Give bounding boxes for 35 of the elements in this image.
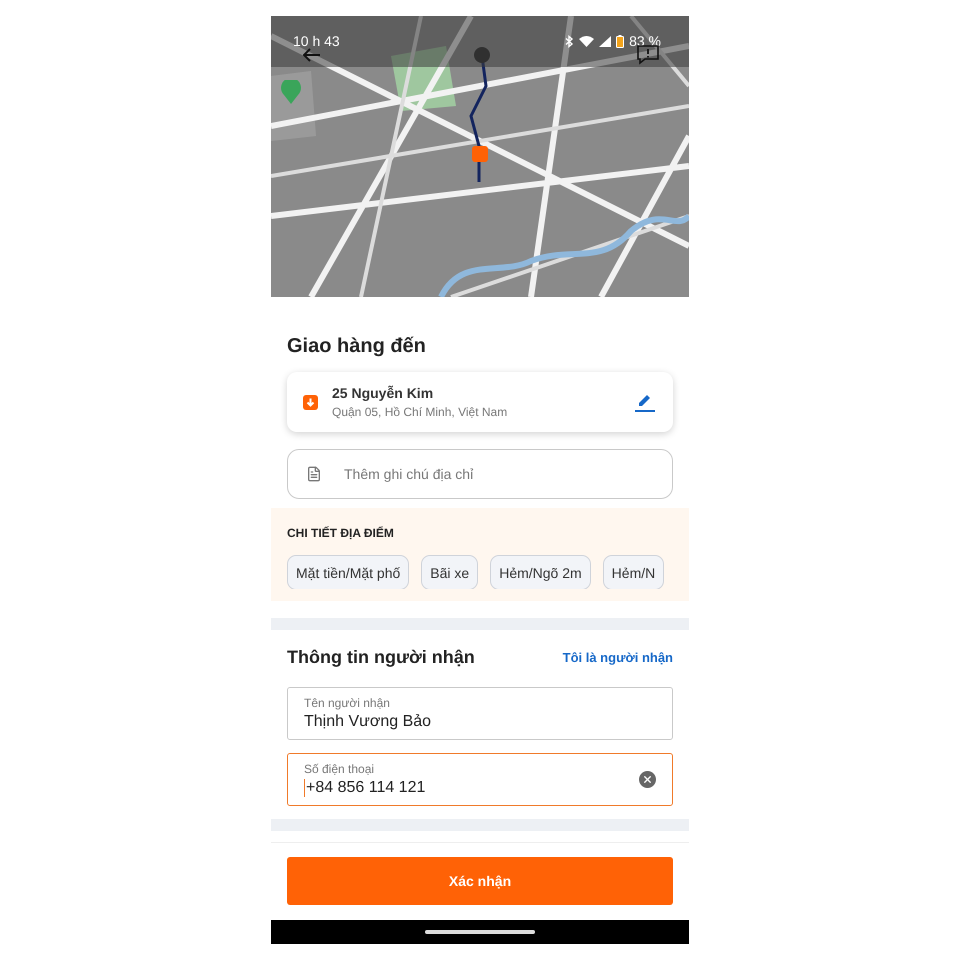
status-time: 10 h 43 (293, 33, 340, 49)
close-icon (642, 774, 653, 785)
section-title: Thông tin người nhận (287, 647, 475, 668)
address-detail: Quận 05, Hồ Chí Minh, Việt Nam (332, 405, 508, 419)
text-field[interactable]: Tên người nhận Thịnh Vương Bảo (287, 687, 673, 740)
section-title: Giao hàng đến (287, 335, 427, 358)
location-chip[interactable]: Hẻm/N (602, 555, 664, 589)
back-arrow-icon (303, 48, 321, 62)
home-handle[interactable] (425, 930, 535, 934)
self-recipient-link[interactable]: Tôi là người nhận (562, 650, 673, 665)
details-heading: CHI TIẾT ĐỊA ĐIỂM (287, 526, 395, 540)
location-chip[interactable]: Bãi xe (421, 555, 478, 589)
battery-percent: 83 % (629, 33, 661, 49)
report-icon (637, 45, 659, 65)
field-label: Tên người nhận (304, 696, 391, 710)
location-chip[interactable]: Mặt tiền/Mặt phố (287, 555, 410, 589)
edit-icon (635, 392, 655, 412)
edit-button[interactable] (635, 392, 655, 412)
field-label: Số điện thoại (304, 762, 376, 776)
location-chip[interactable]: Hẻm/Ngõ 2m (490, 555, 591, 589)
field-input[interactable]: Thịnh Vương Bảo (304, 713, 656, 731)
wifi-icon (579, 36, 594, 46)
note-icon (306, 466, 322, 482)
address-line: 25 Nguyễn Kim (332, 385, 434, 401)
note-input[interactable]: Thêm ghi chú địa chỉ (342, 465, 654, 483)
place-marker-icon (281, 80, 301, 104)
bluetooth-icon (565, 34, 574, 48)
signal-icon (599, 36, 612, 46)
pin-icon (303, 394, 318, 410)
clear-button[interactable] (639, 771, 656, 788)
address-card[interactable]: 25 Nguyễn Kim Quận 05, Hồ Chí Minh, Việt Nam (287, 372, 673, 432)
battery-icon (616, 34, 624, 48)
field-input[interactable]: +84 856 114 121 (304, 779, 639, 797)
text-field[interactable]: Số điện thoại +84 856 114 121 (287, 753, 673, 806)
note-field[interactable]: Thêm ghi chú địa chỉ (287, 449, 673, 499)
